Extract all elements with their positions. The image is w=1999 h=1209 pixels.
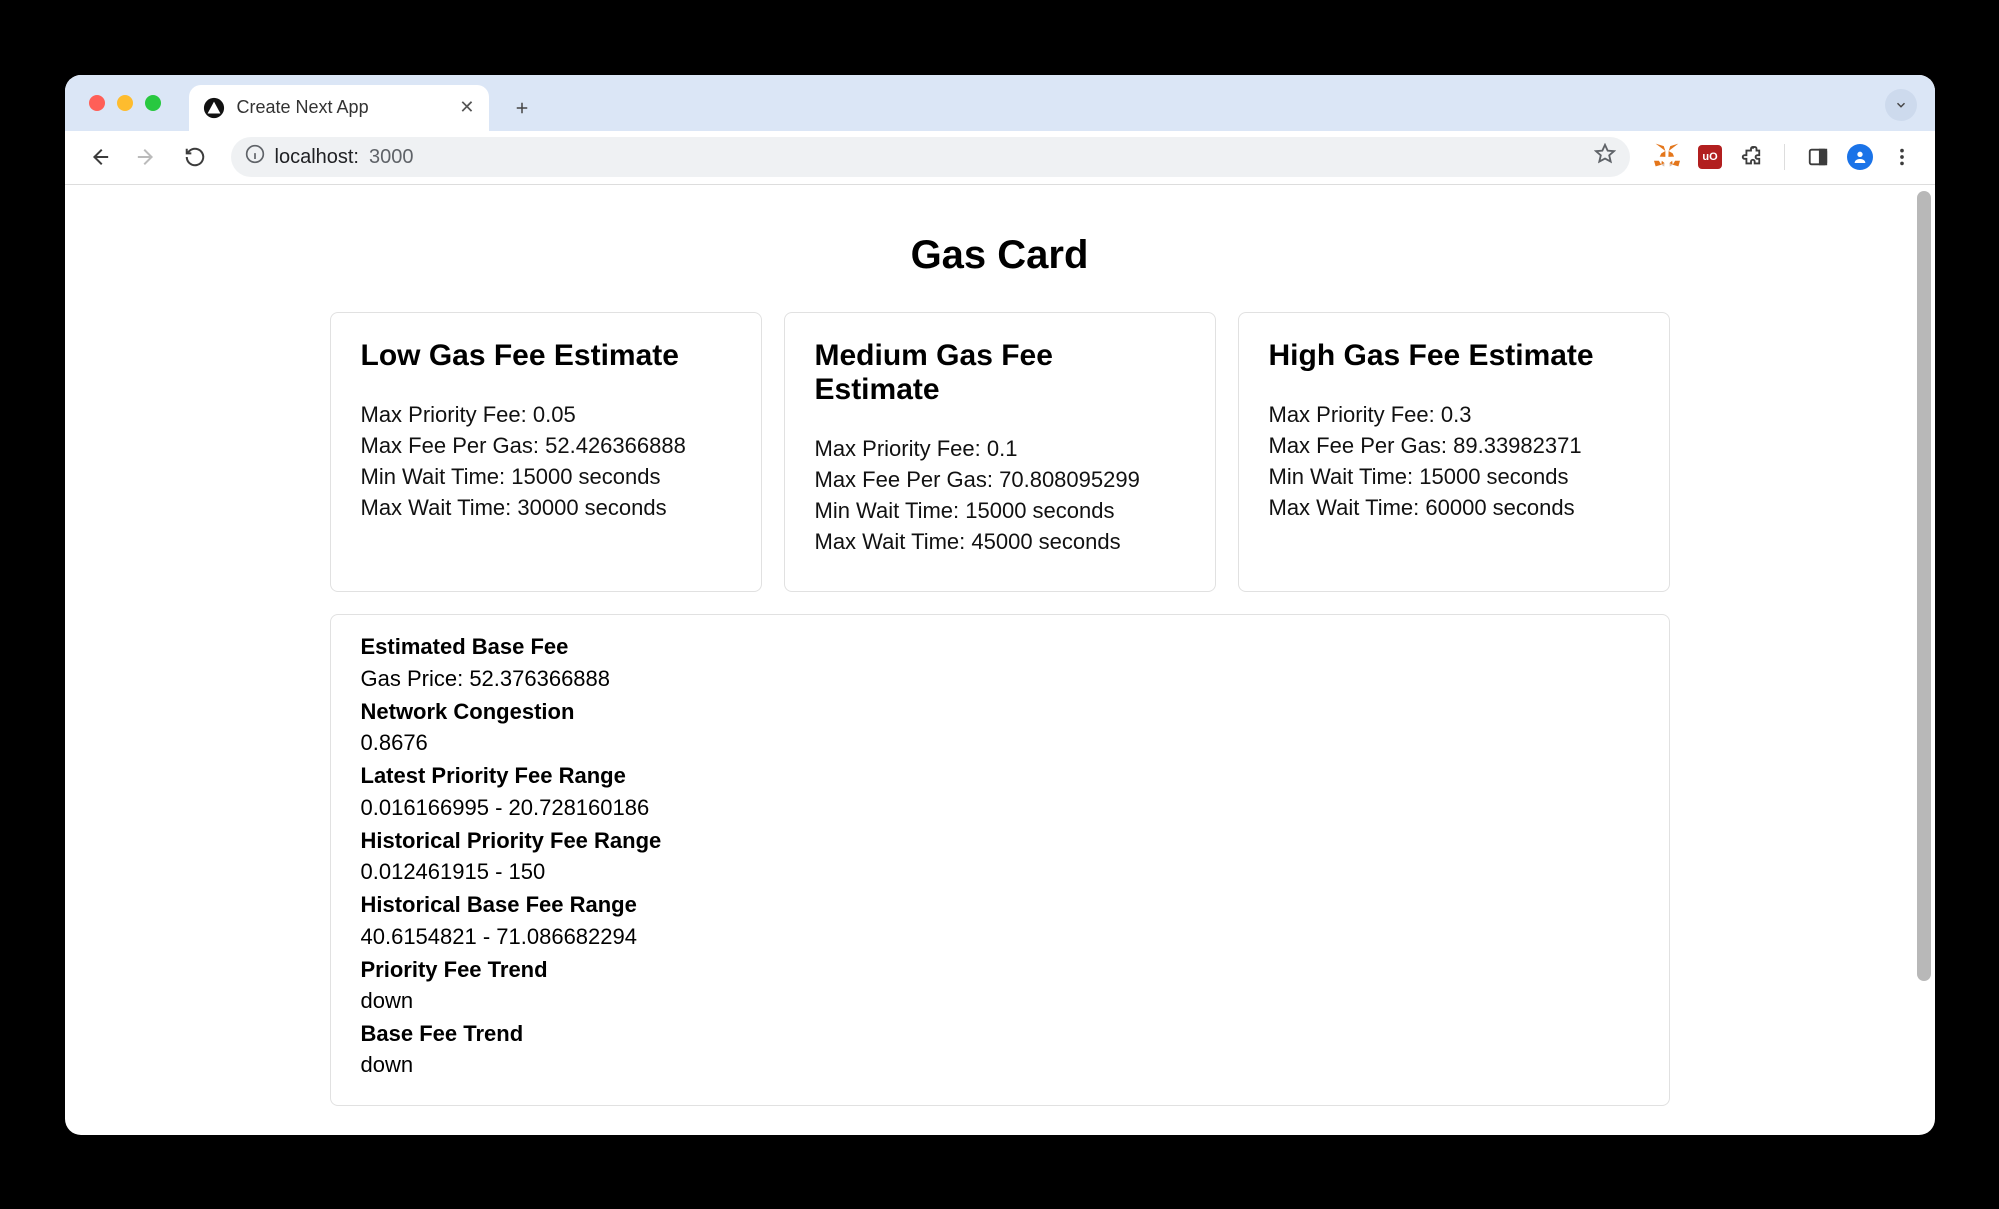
card-line: Max Priority Fee: 0.1 xyxy=(815,433,1185,464)
address-bar[interactable]: localhost: 3000 xyxy=(231,137,1630,177)
new-tab-button[interactable] xyxy=(503,89,541,127)
estimate-card-low: Low Gas Fee Estimate Max Priority Fee: 0… xyxy=(330,312,762,593)
card-line: Max Fee Per Gas: 70.808095299 xyxy=(815,464,1185,495)
card-line: Min Wait Time: 15000 seconds xyxy=(361,461,731,492)
tabs-dropdown-button[interactable] xyxy=(1885,89,1917,121)
extensions-puzzle-icon[interactable] xyxy=(1740,137,1762,177)
summary-value: down xyxy=(361,985,1639,1016)
back-button[interactable] xyxy=(79,137,119,177)
page-title: Gas Card xyxy=(65,233,1935,278)
browser-window: Create Next App ✕ localhost: 3000 xyxy=(65,75,1935,1135)
profile-avatar[interactable] xyxy=(1847,144,1873,170)
toolbar-divider xyxy=(1784,144,1785,170)
card-line: Min Wait Time: 15000 seconds xyxy=(1269,461,1639,492)
extension-icons: uO xyxy=(1654,137,1913,177)
kebab-menu-icon[interactable] xyxy=(1891,137,1913,177)
card-title: Low Gas Fee Estimate xyxy=(361,339,731,373)
ublock-extension-icon[interactable]: uO xyxy=(1698,145,1722,169)
card-title: High Gas Fee Estimate xyxy=(1269,339,1639,373)
card-line: Min Wait Time: 15000 seconds xyxy=(815,495,1185,526)
browser-tab[interactable]: Create Next App ✕ xyxy=(189,85,489,131)
card-line: Max Fee Per Gas: 89.33982371 xyxy=(1269,430,1639,461)
svg-text:uO: uO xyxy=(1702,151,1718,163)
summary-value: Gas Price: 52.376366888 xyxy=(361,663,1639,694)
summary-label: Network Congestion xyxy=(361,696,1639,727)
card-line: Max Wait Time: 45000 seconds xyxy=(815,526,1185,557)
tab-strip: Create Next App ✕ xyxy=(65,75,1935,131)
summary-card: Estimated Base Fee Gas Price: 52.3763668… xyxy=(330,614,1670,1105)
vertical-scrollbar[interactable] xyxy=(1917,191,1931,981)
summary-value: down xyxy=(361,1049,1639,1080)
window-close-button[interactable] xyxy=(89,95,105,111)
url-host: localhost: xyxy=(275,146,360,169)
card-line: Max Wait Time: 60000 seconds xyxy=(1269,492,1639,523)
browser-toolbar: localhost: 3000 uO xyxy=(65,131,1935,185)
card-line: Max Priority Fee: 0.05 xyxy=(361,399,731,430)
forward-button[interactable] xyxy=(127,137,167,177)
url-path: 3000 xyxy=(369,146,414,169)
favicon-icon xyxy=(203,97,225,119)
card-title: Medium Gas Fee Estimate xyxy=(815,339,1185,407)
summary-label: Estimated Base Fee xyxy=(361,631,1639,662)
card-line: Max Priority Fee: 0.3 xyxy=(1269,399,1639,430)
summary-label: Historical Priority Fee Range xyxy=(361,825,1639,856)
card-line: Max Wait Time: 30000 seconds xyxy=(361,492,731,523)
side-panel-icon[interactable] xyxy=(1807,137,1829,177)
summary-label: Historical Base Fee Range xyxy=(361,889,1639,920)
tab-title: Create Next App xyxy=(237,97,448,118)
cards-grid: Low Gas Fee Estimate Max Priority Fee: 0… xyxy=(330,312,1670,1106)
estimate-card-high: High Gas Fee Estimate Max Priority Fee: … xyxy=(1238,312,1670,593)
viewport: Gas Card Low Gas Fee Estimate Max Priori… xyxy=(65,185,1935,1135)
summary-label: Latest Priority Fee Range xyxy=(361,760,1639,791)
card-line: Max Fee Per Gas: 52.426366888 xyxy=(361,430,731,461)
window-controls xyxy=(89,95,161,111)
site-info-icon[interactable] xyxy=(245,144,265,170)
tab-close-button[interactable]: ✕ xyxy=(459,97,474,118)
window-maximize-button[interactable] xyxy=(145,95,161,111)
summary-value: 0.012461915 - 150 xyxy=(361,856,1639,887)
bookmark-star-icon[interactable] xyxy=(1594,143,1616,171)
summary-label: Priority Fee Trend xyxy=(361,954,1639,985)
summary-value: 0.8676 xyxy=(361,727,1639,758)
summary-value: 40.6154821 - 71.086682294 xyxy=(361,921,1639,952)
page-content: Gas Card Low Gas Fee Estimate Max Priori… xyxy=(65,185,1935,1135)
summary-label: Base Fee Trend xyxy=(361,1018,1639,1049)
summary-value: 0.016166995 - 20.728160186 xyxy=(361,792,1639,823)
reload-button[interactable] xyxy=(175,137,215,177)
estimate-card-medium: Medium Gas Fee Estimate Max Priority Fee… xyxy=(784,312,1216,593)
window-minimize-button[interactable] xyxy=(117,95,133,111)
metamask-extension-icon[interactable] xyxy=(1654,142,1680,173)
